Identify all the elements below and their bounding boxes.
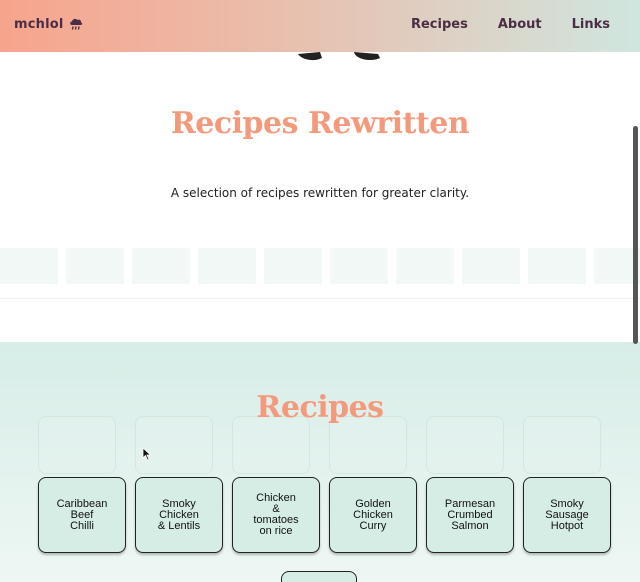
section-title: Recipes xyxy=(256,390,384,425)
recipe-card-label: Parmesan Crumbed Salmon xyxy=(444,497,496,532)
cloud-rain-icon xyxy=(69,18,82,30)
site-header: mchlol Recipes About Links xyxy=(0,0,640,52)
recipe-card-caribbean-beef-chilli[interactable]: Caribbean Beef Chilli xyxy=(38,477,126,553)
recipe-card-label: Caribbean Beef Chilli xyxy=(56,497,108,532)
page: mchlol Recipes About Links Recipes Rewri… xyxy=(0,0,640,582)
recipe-card-parmesan-crumbed-salmon[interactable]: Parmesan Crumbed Salmon xyxy=(426,477,514,553)
scrollbar[interactable] xyxy=(633,126,638,344)
page-subtitle: A selection of recipes rewritten for gre… xyxy=(170,186,470,200)
divider xyxy=(0,298,640,299)
background-pattern xyxy=(0,416,640,476)
nav-link-recipes[interactable]: Recipes xyxy=(411,17,468,32)
recipe-card-golden-chicken-curry[interactable]: Golden Chicken Curry xyxy=(329,477,417,553)
nav-link-links[interactable]: Links xyxy=(572,17,610,32)
background-pattern xyxy=(0,248,640,284)
recipe-card-label: Smoky Sausage Hotpot xyxy=(545,497,589,532)
nav-link-about[interactable]: About xyxy=(498,17,542,32)
recipe-card-partial[interactable] xyxy=(281,571,357,582)
mouse-cursor-icon xyxy=(142,447,152,461)
recipe-card-smoky-chicken-lentils[interactable]: Smoky Chicken & Lentils xyxy=(135,477,223,553)
recipe-card-label: Smoky Chicken & Lentils xyxy=(157,497,201,532)
main-nav: Recipes About Links xyxy=(411,17,610,32)
recipe-card-chicken-tomatoes-rice[interactable]: Chicken & tomatoes on rice xyxy=(232,477,320,553)
brand-logo[interactable]: mchlol xyxy=(14,16,84,32)
recipe-card-smoky-sausage-hotpot[interactable]: Smoky Sausage Hotpot xyxy=(523,477,611,553)
page-title: Recipes Rewritten xyxy=(170,106,470,141)
recipe-card-label: Chicken & tomatoes on rice xyxy=(253,492,299,537)
recipe-card-label: Golden Chicken Curry xyxy=(353,497,393,532)
hero-illustration xyxy=(298,52,380,61)
brand-name: mchlol xyxy=(14,16,64,32)
